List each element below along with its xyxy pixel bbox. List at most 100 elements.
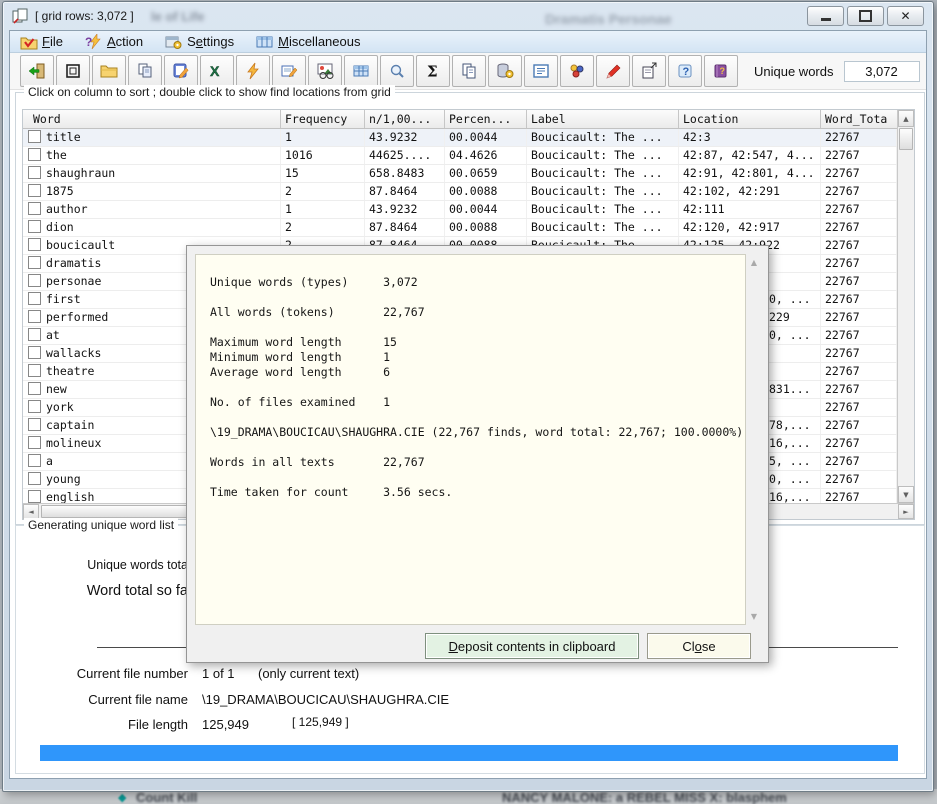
form-edit-icon [279, 62, 299, 80]
scroll-up-button[interactable]: ▲ [898, 110, 914, 127]
row-checkbox[interactable] [28, 148, 41, 161]
table-view-icon [351, 62, 371, 80]
toolbar-button-mark[interactable] [596, 55, 630, 87]
row-checkbox[interactable] [28, 364, 41, 377]
toolbar-button-sum[interactable]: Σ [416, 55, 450, 87]
row-checkbox[interactable] [28, 346, 41, 359]
table-row[interactable]: title 1 43.9232 00.0044 Boucicault: The … [23, 129, 897, 147]
row-checkbox[interactable] [28, 382, 41, 395]
column-header-word-tota[interactable]: Word_Tota [821, 110, 897, 128]
column-header-label[interactable]: Label [527, 110, 679, 128]
progress-bar-fill [40, 745, 898, 761]
word-total-cell: 22767 [821, 417, 897, 434]
toolbar-button-copy[interactable] [452, 55, 486, 87]
word-total-cell: 22767 [821, 291, 897, 308]
toolbar-button-search[interactable] [380, 55, 414, 87]
toolbar-button-database[interactable] [488, 55, 522, 87]
table-row[interactable]: author 1 43.9232 00.0044 Boucicault: The… [23, 201, 897, 219]
menu-settings-label: Settings [187, 34, 234, 49]
toolbar-button-table[interactable] [344, 55, 378, 87]
percent-cell: 00.0659 [445, 165, 527, 182]
toolbar-button-excel[interactable]: X [200, 55, 234, 87]
word-cell: english [46, 490, 94, 503]
scroll-left-button[interactable]: ◄ [23, 504, 39, 519]
row-checkbox[interactable] [28, 202, 41, 215]
menu-file[interactable]: File [16, 33, 67, 51]
toolbar-button-list[interactable] [524, 55, 558, 87]
dialog-close-button[interactable]: Close [647, 633, 751, 659]
row-checkbox[interactable] [28, 454, 41, 467]
row-checkbox[interactable] [28, 184, 41, 197]
toolbar-button-edit[interactable] [164, 55, 198, 87]
row-checkbox[interactable] [28, 256, 41, 269]
percent-cell: 00.0044 [445, 201, 527, 218]
current-file-number-note: (only current text) [258, 666, 359, 681]
row-checkbox[interactable] [28, 130, 41, 143]
word-cell: theatre [46, 364, 94, 378]
file-length-value: 125,949 [202, 717, 249, 732]
toolbar-button-paste[interactable] [128, 55, 162, 87]
vertical-scroll-thumb[interactable] [899, 128, 913, 150]
table-row[interactable]: the 1016 44625.... 04.4626 Boucicault: T… [23, 147, 897, 165]
row-checkbox[interactable] [28, 418, 41, 431]
row-checkbox[interactable] [28, 472, 41, 485]
toolbar-button-select-area[interactable] [56, 55, 90, 87]
row-checkbox[interactable] [28, 400, 41, 413]
row-checkbox[interactable] [28, 238, 41, 251]
column-header-percen-[interactable]: Percen... [445, 110, 527, 128]
close-button[interactable]: ✕ [887, 6, 924, 26]
status-groupbox-label: Generating unique word list [24, 518, 178, 532]
toolbar-button-manual[interactable]: ? [704, 55, 738, 87]
unique-words-label: Unique words [754, 64, 834, 79]
column-header-word[interactable]: Word [23, 110, 281, 128]
table-row[interactable]: shaughraun 15 658.8483 00.0659 Boucicaul… [23, 165, 897, 183]
toolbar-button-run[interactable] [236, 55, 270, 87]
column-header-frequency[interactable]: Frequency [281, 110, 365, 128]
action-menu-icon: ? [85, 34, 103, 50]
toolbar-button-help[interactable]: ? [668, 55, 702, 87]
word-total-cell: 22767 [821, 345, 897, 362]
scroll-down-button[interactable]: ▼ [898, 486, 914, 503]
exit-icon [27, 62, 47, 80]
toolbar-button-view-picture[interactable] [308, 55, 342, 87]
word-cell: personae [46, 274, 101, 288]
row-checkbox[interactable] [28, 310, 41, 323]
row-checkbox[interactable] [28, 436, 41, 449]
menu-action-label: Action [107, 34, 143, 49]
dialog-scroll-up-icon[interactable]: ▲ [746, 258, 762, 267]
word-cell: a [46, 454, 53, 468]
toolbar-button-colour-words[interactable] [560, 55, 594, 87]
minimize-button[interactable] [807, 6, 844, 26]
dialog-scroll-down-icon[interactable]: ▼ [746, 612, 762, 621]
maximize-button[interactable] [847, 6, 884, 26]
row-checkbox[interactable] [28, 292, 41, 305]
column-header-location[interactable]: Location [679, 110, 821, 128]
menu-settings[interactable]: Settings [161, 33, 238, 51]
word-total-cell: 22767 [821, 327, 897, 344]
row-checkbox[interactable] [28, 220, 41, 233]
location-cell: 42:87, 42:547, 4... [679, 147, 821, 164]
svg-text:X: X [210, 63, 220, 79]
menu-miscellaneous[interactable]: Miscellaneous [252, 33, 364, 51]
table-row[interactable]: dion 2 87.8464 00.0088 Boucicault: The .… [23, 219, 897, 237]
dialog-scrollbar[interactable]: ▲ ▼ [746, 254, 762, 625]
deposit-button[interactable]: Deposit contents in clipboard [425, 633, 639, 659]
word-total-cell: 22767 [821, 129, 897, 146]
row-checkbox[interactable] [28, 490, 41, 503]
column-header-n-1-00-[interactable]: n/1,00... [365, 110, 445, 128]
toolbar-button-open[interactable] [92, 55, 126, 87]
grid-vertical-scrollbar[interactable]: ▲ ▼ [897, 110, 914, 503]
table-row[interactable]: 1875 2 87.8464 00.0088 Boucicault: The .… [23, 183, 897, 201]
toolbar-button-properties[interactable] [632, 55, 666, 87]
n-per-thousand-cell: 44625.... [365, 147, 445, 164]
toolbar-button-exit[interactable] [20, 55, 54, 87]
row-checkbox[interactable] [28, 328, 41, 341]
row-checkbox[interactable] [28, 274, 41, 287]
word-cell: at [46, 328, 60, 342]
row-checkbox[interactable] [28, 166, 41, 179]
toolbar-button-form-edit[interactable] [272, 55, 306, 87]
scroll-right-button[interactable]: ► [898, 504, 914, 519]
titlebar[interactable]: [ grid rows: 3,072 ] le of Life Dramatis… [3, 2, 933, 30]
percent-cell: 00.0044 [445, 129, 527, 146]
menu-action[interactable]: ? Action [81, 33, 147, 51]
